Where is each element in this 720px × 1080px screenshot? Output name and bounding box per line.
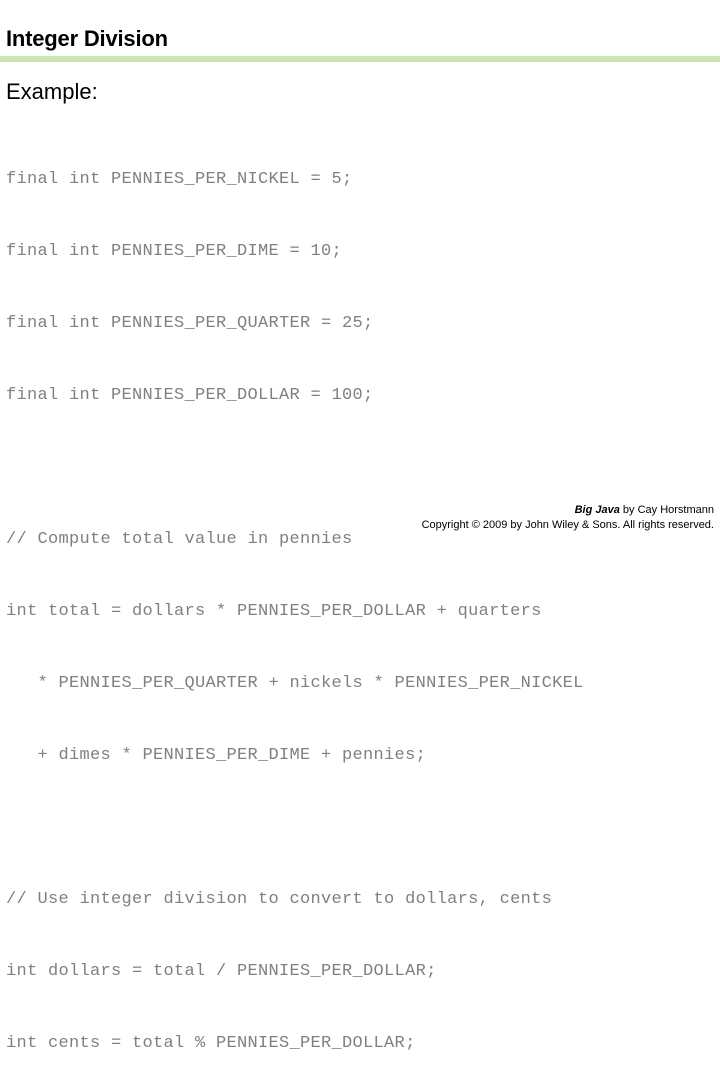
footer-attribution: Big Java by Cay Horstmann: [422, 503, 714, 518]
footer: Big Java by Cay Horstmann Copyright © 20…: [422, 503, 714, 533]
code-line: final int PENNIES_PER_DIME = 10;: [6, 242, 343, 261]
footer-byline: by Cay Horstmann: [619, 504, 714, 516]
code-line: int cents = total % PENNIES_PER_DOLLAR;: [6, 1034, 416, 1053]
code-line: int total = dollars * PENNIES_PER_DOLLAR…: [6, 602, 542, 621]
title-divider: [0, 56, 720, 62]
page-title: Integer Division: [6, 26, 168, 51]
code-line: + dimes * PENNIES_PER_DIME + pennies;: [6, 746, 427, 765]
code-block-constants: final int PENNIES_PER_NICKEL = 5; final …: [6, 120, 706, 456]
code-line: // Use integer division to convert to do…: [6, 890, 553, 909]
code-line: * PENNIES_PER_QUARTER + nickels * PENNIE…: [6, 674, 584, 693]
example-label: Example:: [6, 79, 98, 104]
code-line: final int PENNIES_PER_DOLLAR = 100;: [6, 386, 374, 405]
footer-copyright: Copyright © 2009 by John Wiley & Sons. A…: [421, 519, 714, 531]
code-line: final int PENNIES_PER_QUARTER = 25;: [6, 314, 374, 333]
code-block-convert: // Use integer division to convert to do…: [6, 840, 706, 1080]
slide: Integer Division Example: final int PENN…: [0, 0, 720, 1053]
code-area: final int PENNIES_PER_NICKEL = 5; final …: [6, 120, 706, 1080]
code-spacer: [6, 816, 706, 840]
footer-book-title: Big Java: [574, 504, 620, 516]
code-line: final int PENNIES_PER_NICKEL = 5;: [6, 170, 353, 189]
code-line: int dollars = total / PENNIES_PER_DOLLAR…: [6, 962, 437, 981]
code-spacer: [6, 456, 706, 480]
